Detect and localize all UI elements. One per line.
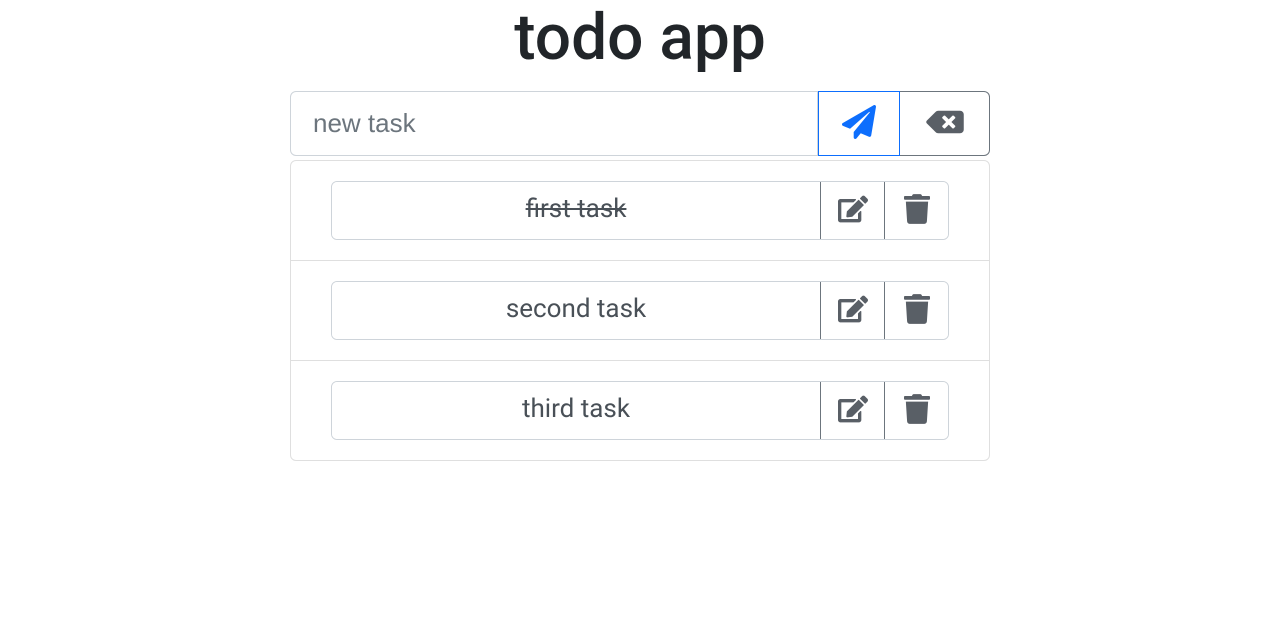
delete-task-button[interactable] (884, 182, 948, 239)
page-title: todo app (290, 0, 990, 75)
submit-task-button[interactable] (818, 91, 900, 156)
new-task-input[interactable] (290, 91, 818, 156)
edit-task-button[interactable] (820, 282, 884, 339)
task-list-item: third task (291, 361, 989, 460)
new-task-row (290, 91, 990, 156)
trash-icon (904, 394, 930, 427)
delete-task-button[interactable] (884, 382, 948, 439)
edit-task-button[interactable] (820, 182, 884, 239)
clear-input-button[interactable] (900, 91, 990, 156)
task-text[interactable]: second task (332, 282, 820, 339)
task-list: first task second task (290, 160, 990, 461)
edit-icon (838, 394, 868, 427)
trash-icon (904, 194, 930, 227)
task-list-item: second task (291, 261, 989, 361)
edit-icon (838, 294, 868, 327)
task-list-item: first task (291, 161, 989, 261)
paper-plane-icon (842, 105, 876, 142)
edit-icon (838, 194, 868, 227)
trash-icon (904, 294, 930, 327)
task-text[interactable]: first task (332, 182, 820, 239)
delete-task-button[interactable] (884, 282, 948, 339)
task-text[interactable]: third task (332, 382, 820, 439)
edit-task-button[interactable] (820, 382, 884, 439)
backspace-icon (923, 107, 967, 140)
